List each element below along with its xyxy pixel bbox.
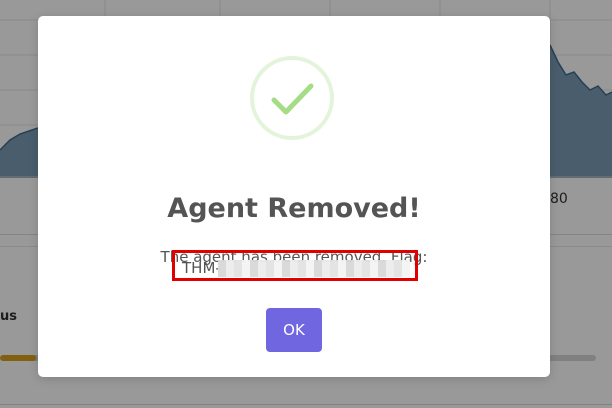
flag-redaction [218, 260, 410, 277]
success-checkmark-icon [250, 56, 334, 140]
checkmark-icon [271, 83, 314, 115]
success-dialog: Agent Removed! The agent has been remove… [38, 16, 550, 377]
flag-value: THM- [182, 259, 221, 277]
ok-button[interactable]: OK [266, 308, 322, 352]
dialog-title: Agent Removed! [167, 193, 421, 224]
